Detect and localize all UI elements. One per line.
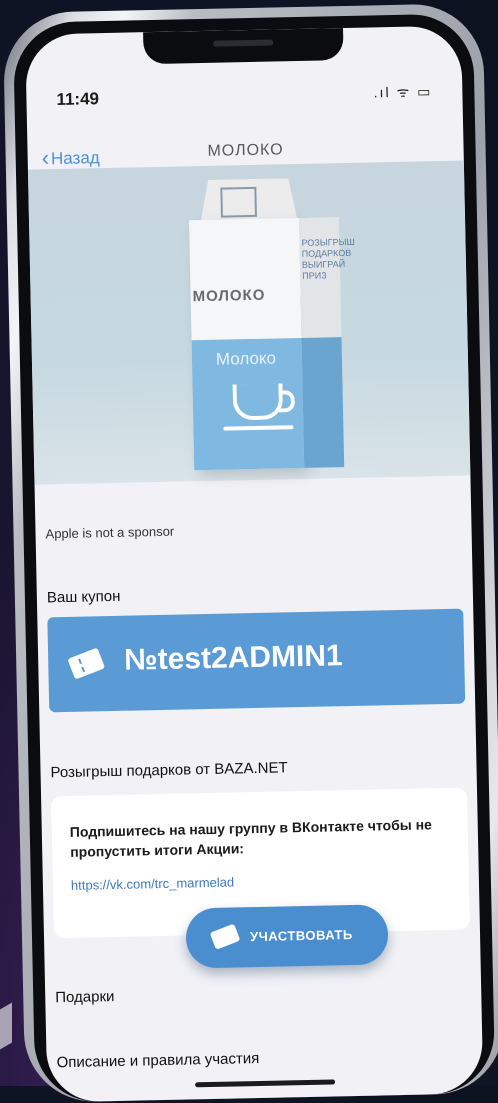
qr-icon — [220, 186, 257, 218]
vk-link[interactable]: https://vk.com/trc_marmelad — [71, 874, 235, 892]
join-button-label: УЧАСТВОВАТЬ — [249, 927, 353, 945]
notch — [143, 28, 344, 65]
phone-bezel: 11:49 .ıl ᯤ ▭ ‹Назад МОЛОКО МОЛОКО РОЗЫГ — [12, 13, 496, 1103]
sponsor-disclaimer: Apple is not a sponsor — [45, 523, 175, 542]
giveaway-section-title: Розыгрыш подарков от BAZA.NET — [50, 759, 288, 782]
status-time: 11:49 — [56, 89, 100, 110]
cup-icon — [232, 383, 284, 421]
ticket-icon — [67, 647, 106, 680]
gifts-section-title[interactable]: Подарки — [55, 988, 115, 1006]
status-icons: .ıl ᯤ ▭ — [373, 83, 433, 101]
coupon-code: №test2ADMIN1 — [123, 639, 343, 677]
milk-carton: МОЛОКО РОЗЫГРЫШ ПОДАРКОВ ВЫИГРАЙ ПРИЗ Мо… — [188, 177, 355, 471]
coupon-card[interactable]: №test2ADMIN1 — [47, 608, 466, 713]
ticket-icon — [209, 923, 241, 950]
home-indicator[interactable] — [195, 1079, 336, 1088]
phone-frame: 11:49 .ıl ᯤ ▭ ‹Назад МОЛОКО МОЛОКО РОЗЫГ — [2, 3, 498, 1103]
speaker — [213, 39, 274, 47]
giveaway-message: Подпишитесь на нашу группу в ВКонтакте ч… — [69, 816, 433, 860]
page-title: МОЛОКО — [207, 141, 284, 160]
app-screen: 11:49 .ıl ᯤ ▭ ‹Назад МОЛОКО МОЛОКО РОЗЫГ — [25, 25, 484, 1103]
corner-glare — [0, 1002, 12, 1050]
rules-section-title[interactable]: Описание и правила участия — [56, 1050, 259, 1071]
product-image: МОЛОКО РОЗЫГРЫШ ПОДАРКОВ ВЫИГРАЙ ПРИЗ Мо… — [27, 160, 471, 485]
carton-band-side — [301, 337, 345, 468]
join-button[interactable]: УЧАСТВОВАТЬ — [185, 904, 389, 969]
coupon-section-title: Ваш купон — [46, 587, 121, 607]
carton-promo: РОЗЫГРЫШ ПОДАРКОВ ВЫИГРАЙ ПРИЗ — [301, 236, 355, 281]
carton-milk-label: Молоко — [215, 348, 277, 369]
carton-brand: МОЛОКО — [192, 286, 266, 306]
